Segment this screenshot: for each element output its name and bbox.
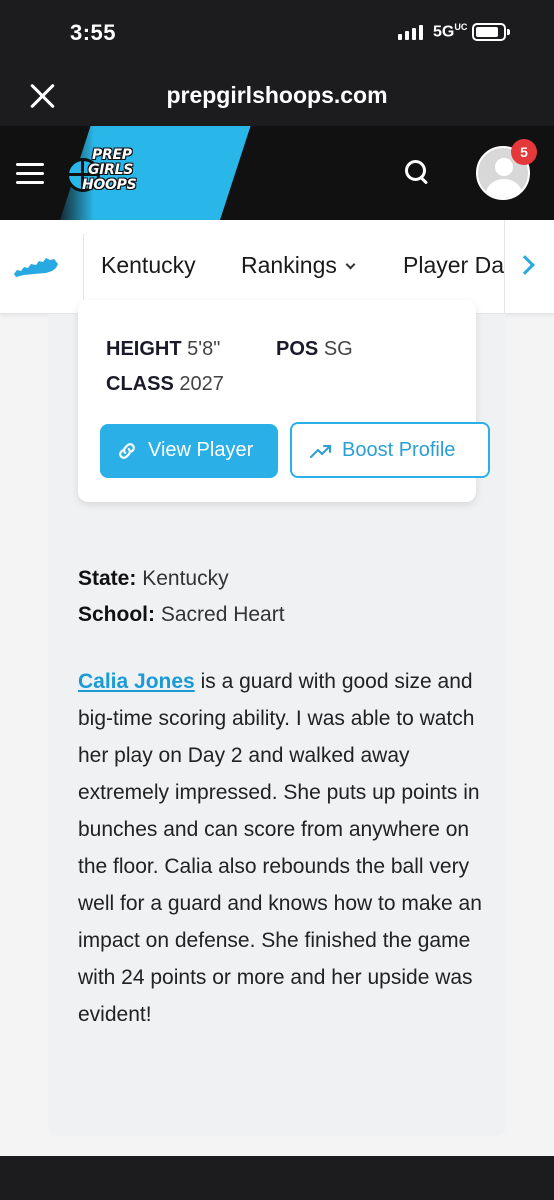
link-icon bbox=[119, 443, 135, 459]
browser-bottom-bar bbox=[0, 1156, 554, 1200]
menu-icon[interactable] bbox=[16, 163, 44, 185]
trending-up-icon bbox=[310, 445, 331, 458]
nav-item-player-database[interactable]: Player Da bbox=[403, 252, 504, 279]
cellular-signal-icon bbox=[398, 24, 423, 40]
player-profile-link[interactable]: Calia Jones bbox=[78, 670, 195, 693]
article-text: is a guard with good size and big-time s… bbox=[78, 670, 482, 1026]
nav-item-rankings[interactable]: Rankings bbox=[241, 252, 356, 279]
nav-divider bbox=[83, 234, 84, 300]
browser-bar: prepgirlshoops.com bbox=[0, 66, 554, 126]
logo-line-prep: PREP bbox=[92, 147, 132, 163]
stat-class: CLASS 2027 bbox=[106, 373, 224, 395]
url-domain: prepgirlshoops.com bbox=[166, 82, 388, 108]
status-bar: 3:55 5GUC bbox=[0, 0, 554, 66]
player-card: HEIGHT 5'8" POS SG CLASS 2027 View Playe… bbox=[78, 300, 490, 502]
stat-position: POS SG bbox=[276, 338, 353, 360]
logo-line-girls: GIRLS bbox=[88, 162, 133, 178]
nav-item-rankings-label: Rankings bbox=[241, 252, 337, 278]
logo-line-hoops: HOOPS bbox=[82, 177, 137, 193]
site-logo[interactable]: PREP GIRLS HOOPS bbox=[66, 144, 166, 204]
kentucky-state-icon[interactable] bbox=[12, 256, 60, 280]
state-info: State: Kentucky bbox=[78, 567, 229, 590]
battery-icon bbox=[472, 23, 510, 41]
search-icon[interactable] bbox=[405, 160, 431, 186]
site-header: PREP GIRLS HOOPS bbox=[0, 126, 554, 220]
school-info: School: Sacred Heart bbox=[78, 603, 285, 626]
view-player-button[interactable]: View Player bbox=[100, 424, 278, 478]
view-player-label: View Player bbox=[148, 439, 254, 461]
status-time: 3:55 bbox=[70, 20, 117, 45]
chevron-down-icon bbox=[345, 259, 356, 270]
stat-height: HEIGHT 5'8" bbox=[106, 338, 221, 360]
article-body: Calia Jones is a guard with good size an… bbox=[78, 663, 488, 1033]
boost-profile-label: Boost Profile bbox=[342, 439, 456, 461]
nav-item-kentucky[interactable]: Kentucky bbox=[101, 252, 196, 279]
network-type: 5GUC bbox=[433, 22, 468, 41]
notification-badge: 5 bbox=[511, 139, 537, 165]
boost-profile-button[interactable]: Boost Profile bbox=[290, 422, 490, 478]
